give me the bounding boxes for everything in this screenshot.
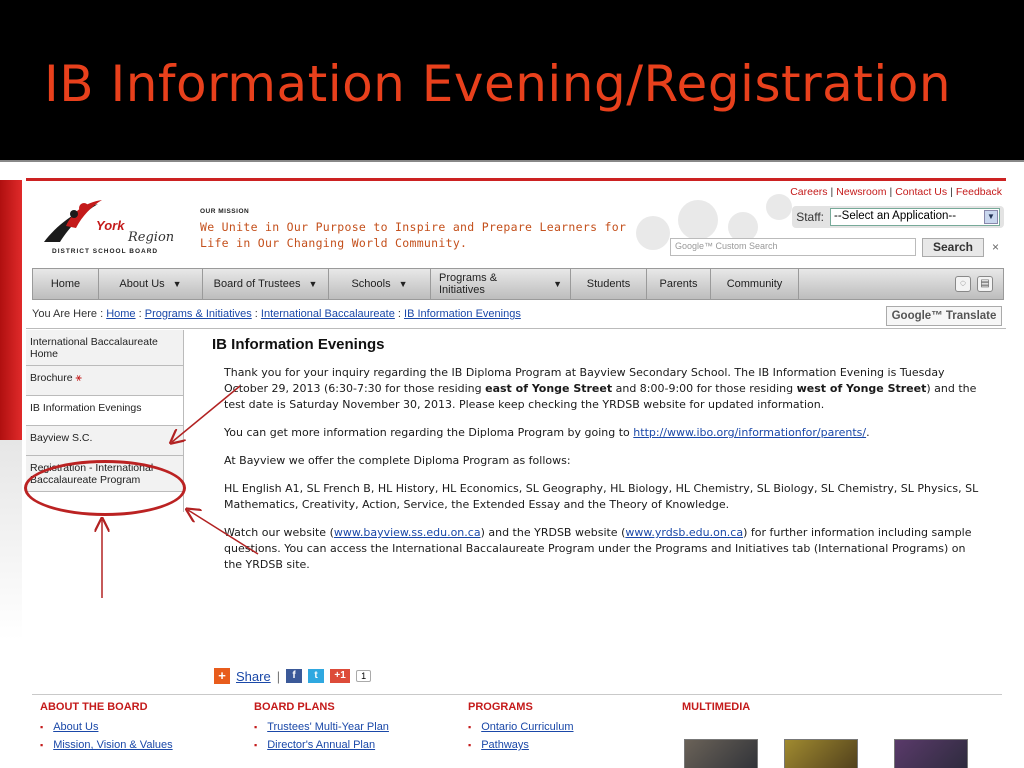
breadcrumb-ib-evenings[interactable]: IB Information Evenings [404, 308, 521, 320]
google-plus-icon[interactable]: +1 [330, 669, 351, 683]
breadcrumb-divider [26, 328, 1006, 329]
link-yrdsb-website[interactable]: www.yrdsb.edu.on.ca [625, 526, 743, 539]
share-link[interactable]: Share [236, 669, 271, 684]
link-bayview-website[interactable]: www.bayview.ss.edu.on.ca [334, 526, 481, 539]
link-feedback[interactable]: Feedback [956, 186, 1002, 198]
sidenav-brochure[interactable]: Brochure ⚹ [26, 366, 183, 396]
paragraph-evening-info: Thank you for your inquiry regarding the… [224, 366, 977, 411]
twitter-icon[interactable]: t [308, 669, 325, 683]
logo-board: DISTRICT SCHOOL BOARD [52, 248, 159, 255]
share-count: 1 [356, 670, 372, 682]
footer-link[interactable]: Ontario Curriculum [468, 721, 573, 733]
footer-link[interactable]: Mission, Vision & Values [40, 739, 172, 751]
search-button[interactable]: Search [922, 238, 984, 257]
footer-link[interactable]: Director's Annual Plan [254, 739, 389, 751]
logo-region: Region [128, 230, 175, 245]
google-translate-button[interactable]: Google™ Translate [886, 306, 1002, 326]
footer-programs: PROGRAMS Ontario Curriculum Pathways [468, 701, 574, 757]
top-links: Careers | Newsroom | Contact Us | Feedback [790, 186, 1002, 198]
nav-parents[interactable]: Parents [647, 269, 711, 299]
close-icon[interactable]: × [992, 240, 999, 254]
paragraph-offer: At Bayview we offer the complete Diploma… [224, 454, 571, 467]
link-newsroom[interactable]: Newsroom [836, 186, 886, 198]
breadcrumb: You Are Here : Home : Programs & Initiat… [32, 308, 521, 320]
sidenav-ib-evenings[interactable]: IB Information Evenings [26, 396, 183, 426]
nav-home[interactable]: Home [33, 269, 99, 299]
paragraph-courses: HL English A1, SL French B, HL History, … [224, 482, 979, 511]
main-navigation: Home About Us ▼ Board of Trustees ▼ School… [32, 268, 1004, 300]
sidenav-bayview[interactable]: Bayview S.C. [26, 426, 183, 456]
footer-multimedia: MULTIMEDIA [682, 701, 751, 713]
staff-selector: Staff: --Select an Application-- ▼ [792, 206, 1004, 228]
print-icon[interactable]: ▤ [977, 276, 993, 292]
mission-line-2: Life in Our Changing World Community. [200, 236, 468, 250]
nav-students[interactable]: Students [571, 269, 647, 299]
mission-label: OUR MISSION [200, 208, 250, 215]
footer-link[interactable]: Pathways [468, 739, 574, 751]
chevron-down-icon: ▼ [984, 210, 998, 224]
dropdown-arrow-icon: ▼ [398, 279, 408, 289]
link-ibo[interactable]: http://www.ibo.org/informationfor/parent… [633, 426, 866, 439]
nav-board-of-trustees[interactable]: Board of Trustees ▼ [203, 269, 329, 299]
breadcrumb-programs[interactable]: Programs & Initiatives [145, 308, 252, 320]
main-content: IB Information Evenings Thank you for yo… [212, 336, 982, 585]
dropdown-arrow-icon: ▼ [172, 279, 182, 289]
dropdown-arrow-icon: ▼ [553, 279, 562, 289]
multimedia-thumbnail[interactable] [784, 739, 858, 768]
link-contact-us[interactable]: Contact Us [895, 186, 947, 198]
logo-york: York [96, 218, 125, 233]
yrdsb-logo[interactable]: York Region DISTRICT SCHOOL BOARD [36, 190, 186, 256]
nav-programs-initiatives[interactable]: Programs & Initiatives ▼ [431, 269, 571, 299]
site-footer: ABOUT THE BOARD About Us Mission, Vision… [32, 694, 1002, 768]
nav-schools[interactable]: Schools ▼ [329, 269, 431, 299]
mission-line-1: We Unite in Our Purpose to Inspire and P… [200, 220, 627, 234]
footer-link[interactable]: About Us [40, 721, 173, 733]
chat-icon[interactable]: ◌ [955, 276, 971, 292]
footer-about: ABOUT THE BOARD About Us Mission, Vision… [40, 701, 173, 757]
paragraph-watch-website: Watch our website (www.bayview.ss.edu.on… [224, 526, 972, 571]
slide-title-band: IB Information Evening/Registration [0, 0, 1024, 158]
mission-statement: OUR MISSION We Unite in Our Purpose to I… [200, 208, 626, 251]
footer-board-plans: BOARD PLANS Trustees' Multi-Year Plan Di… [254, 701, 389, 757]
breadcrumb-ib[interactable]: International Baccalaureate [261, 308, 395, 320]
pdf-icon: ⚹ [75, 372, 82, 384]
multimedia-thumbnail[interactable] [684, 739, 758, 768]
facebook-icon[interactable]: f [286, 669, 303, 683]
link-careers[interactable]: Careers [790, 186, 827, 198]
nav-about-us[interactable]: About Us ▼ [99, 269, 203, 299]
staff-application-select[interactable]: --Select an Application-- ▼ [830, 208, 1000, 226]
staff-label: Staff: [796, 210, 824, 224]
breadcrumb-home[interactable]: Home [106, 308, 135, 320]
footer-link[interactable]: Trustees' Multi-Year Plan [254, 721, 389, 733]
site-top-line [26, 178, 1006, 181]
content-heading: IB Information Evenings [212, 336, 385, 353]
slide-title: IB Information Evening/Registration [44, 55, 952, 113]
decorative-fade [0, 440, 22, 640]
sidenav-ib-home[interactable]: International Baccalaureate Home [26, 330, 183, 366]
dropdown-arrow-icon: ▼ [308, 279, 318, 289]
decorative-red-bar [0, 180, 22, 440]
share-bar: + Share | f t +1 1 [214, 668, 372, 684]
multimedia-thumbnail[interactable] [894, 739, 968, 768]
paragraph-more-info: You can get more information regarding t… [224, 426, 870, 439]
nav-tools: ◌ ▤ [955, 269, 1003, 299]
annotation-circle [24, 460, 186, 516]
custom-search-input[interactable]: Google™ Custom Search [670, 238, 916, 256]
nav-community[interactable]: Community [711, 269, 799, 299]
share-plus-icon[interactable]: + [214, 668, 230, 684]
